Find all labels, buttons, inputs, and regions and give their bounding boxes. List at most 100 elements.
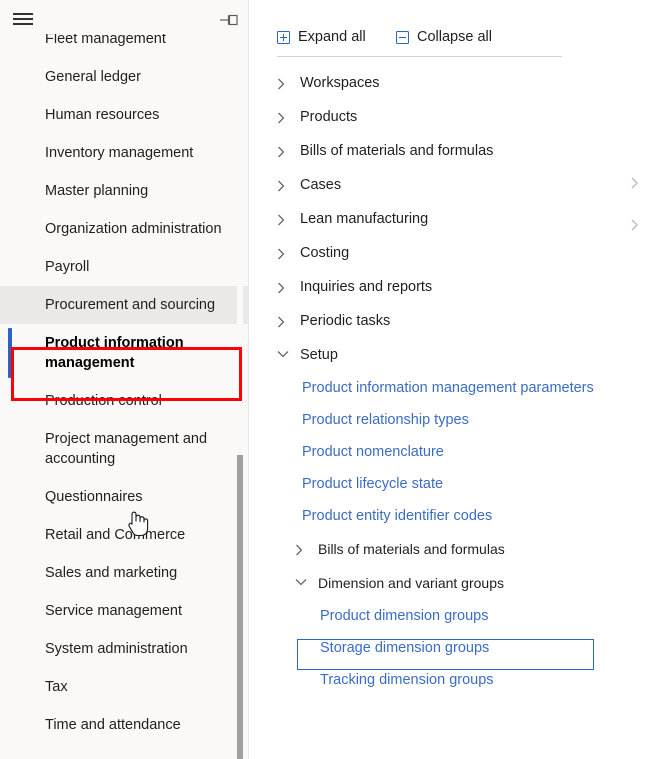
sidebar-item-label: Service management: [45, 603, 183, 619]
panel-toolbar: Expand all Collapse all: [249, 24, 645, 51]
tree-group-periodic-tasks[interactable]: Periodic tasks: [249, 304, 645, 338]
flyout-chevron-icon[interactable]: [628, 218, 642, 232]
module-nav-list: Fleet management General ledger Human reso…: [0, 20, 248, 744]
chevron-right-icon: [277, 107, 291, 127]
tree-item-label: Cases: [300, 177, 342, 193]
sidebar-item-label: General ledger: [45, 69, 141, 85]
sidebar-item-organization-administration[interactable]: Organization administration: [0, 210, 248, 248]
collapse-all-button[interactable]: Collapse all: [396, 24, 492, 50]
navigation-sidebar: Fleet management General ledger Human reso…: [0, 0, 248, 759]
menu-link-tracking-dimension-groups[interactable]: Tracking dimension groups: [249, 664, 645, 696]
expand-all-label: Expand all: [298, 29, 366, 45]
chevron-right-icon: [277, 141, 291, 161]
tree-item-label: Bills of materials and formulas: [300, 143, 494, 159]
sidebar-top-bar: [0, 0, 248, 34]
tree-item-label: Inquiries and reports: [300, 279, 433, 295]
menu-link-product-relationship-types[interactable]: Product relationship types: [249, 404, 645, 436]
sidebar-item-label: Project management and accounting: [45, 431, 208, 467]
menu-link-product-information-management-parameters[interactable]: Product information management parameter…: [249, 372, 645, 404]
sidebar-item-label: Product information management: [45, 335, 184, 371]
tree-group-bills-of-materials-and-formulas[interactable]: Bills of materials and formulas: [249, 134, 645, 168]
sidebar-scrollbar-thumb[interactable]: [237, 455, 243, 759]
tree-group-inquiries-and-reports[interactable]: Inquiries and reports: [249, 270, 645, 304]
expand-all-button[interactable]: Expand all: [277, 24, 366, 50]
chevron-right-icon: [277, 73, 291, 93]
tree-item-label: Product information management parameter…: [302, 380, 594, 396]
sidebar-item-production-control[interactable]: Production control: [0, 382, 248, 420]
toolbar-divider: [277, 56, 562, 57]
sidebar-item-label: Procurement and sourcing: [45, 297, 216, 313]
tree-item-label: Bills of materials and formulas: [318, 541, 505, 557]
minus-box-icon: [396, 30, 409, 44]
menu-link-storage-dimension-groups[interactable]: Storage dimension groups: [249, 632, 645, 664]
plus-box-icon: [277, 30, 290, 44]
chevron-down-icon: [295, 573, 309, 593]
sidebar-item-label: Inventory management: [45, 145, 194, 161]
menu-link-product-dimension-groups[interactable]: Product dimension groups: [249, 600, 645, 632]
sidebar-item-project-management-and-accounting[interactable]: Project management and accounting: [0, 420, 248, 478]
sidebar-item-label: Master planning: [45, 183, 149, 199]
tree-item-label: Costing: [300, 245, 350, 261]
menu-link-product-nomenclature[interactable]: Product nomenclature: [249, 436, 645, 468]
chevron-right-icon: [295, 539, 309, 559]
app-root: Fleet management General ledger Human reso…: [0, 0, 645, 759]
chevron-right-icon: [277, 175, 291, 195]
tree-group-costing[interactable]: Costing: [249, 236, 645, 270]
sidebar-item-system-administration[interactable]: System administration: [0, 630, 248, 668]
tree-item-label: Product relationship types: [302, 412, 469, 428]
sidebar-item-questionnaires[interactable]: Questionnaires: [0, 478, 248, 516]
sidebar-item-label: Production control: [45, 393, 162, 409]
sidebar-item-label: Human resources: [45, 107, 160, 123]
tree-item-label: Products: [300, 109, 358, 125]
tree-group-setup[interactable]: Setup: [249, 338, 645, 372]
tree-group-bills-of-materials-and-formulas[interactable]: Bills of materials and formulas: [249, 532, 645, 566]
sidebar-item-label: Sales and marketing: [45, 565, 178, 581]
sidebar-item-procurement-and-sourcing[interactable]: Procurement and sourcing: [0, 286, 248, 324]
tree-item-label: Periodic tasks: [300, 313, 391, 329]
sidebar-item-human-resources[interactable]: Human resources: [0, 96, 248, 134]
module-menu-panel: Expand all Collapse all Workspaces Produc…: [249, 0, 645, 759]
tree-item-label: Product entity identifier codes: [302, 508, 493, 524]
sidebar-item-retail-and-commerce[interactable]: Retail and Commerce: [0, 516, 248, 554]
sidebar-item-label: Questionnaires: [45, 489, 143, 505]
sidebar-item-tax[interactable]: Tax: [0, 668, 248, 706]
tree-item-label: Lean manufacturing: [300, 211, 429, 227]
pin-panel-icon[interactable]: [220, 13, 238, 27]
tree-item-label: Dimension and variant groups: [318, 575, 504, 591]
menu-link-product-lifecycle-state[interactable]: Product lifecycle state: [249, 468, 645, 500]
sidebar-item-general-ledger[interactable]: General ledger: [0, 58, 248, 96]
sidebar-item-master-planning[interactable]: Master planning: [0, 172, 248, 210]
tree-item-label: Product lifecycle state: [302, 476, 444, 492]
tree-group-workspaces[interactable]: Workspaces: [249, 66, 645, 100]
sidebar-item-inventory-management[interactable]: Inventory management: [0, 134, 248, 172]
chevron-right-icon: [277, 243, 291, 263]
tree-group-products[interactable]: Products: [249, 100, 645, 134]
tree-item-label: Workspaces: [300, 75, 380, 91]
sidebar-item-label: Organization administration: [45, 221, 222, 237]
sidebar-item-label: Tax: [45, 679, 68, 695]
hamburger-menu-icon[interactable]: [13, 13, 33, 27]
tree-group-lean-manufacturing[interactable]: Lean manufacturing: [249, 202, 645, 236]
menu-link-product-entity-identifier-codes[interactable]: Product entity identifier codes: [249, 500, 645, 532]
menu-tree: Workspaces Products Bills of materials and…: [249, 66, 645, 696]
chevron-right-icon: [277, 311, 291, 331]
tree-item-label: Product nomenclature: [302, 444, 444, 460]
sidebar-item-label: Time and attendance: [45, 717, 181, 733]
tree-item-label: Product dimension groups: [320, 608, 489, 624]
sidebar-item-label: System administration: [45, 641, 188, 657]
tree-group-cases[interactable]: Cases: [249, 168, 645, 202]
tree-group-dimension-and-variant-groups[interactable]: Dimension and variant groups: [249, 566, 645, 600]
sidebar-item-service-management[interactable]: Service management: [0, 592, 248, 630]
tree-item-label: Storage dimension groups: [320, 640, 490, 656]
tree-item-label: Setup: [300, 347, 338, 363]
tree-item-label: Tracking dimension groups: [320, 672, 494, 688]
sidebar-item-sales-and-marketing[interactable]: Sales and marketing: [0, 554, 248, 592]
flyout-chevron-icon[interactable]: [628, 176, 642, 190]
sidebar-item-payroll[interactable]: Payroll: [0, 248, 248, 286]
chevron-right-icon: [277, 209, 291, 229]
sidebar-item-time-and-attendance[interactable]: Time and attendance: [0, 706, 248, 744]
chevron-right-icon: [277, 277, 291, 297]
sidebar-item-product-information-management[interactable]: Product information management: [0, 324, 248, 382]
sidebar-item-label: Payroll: [45, 259, 90, 275]
chevron-down-icon: [277, 345, 291, 365]
